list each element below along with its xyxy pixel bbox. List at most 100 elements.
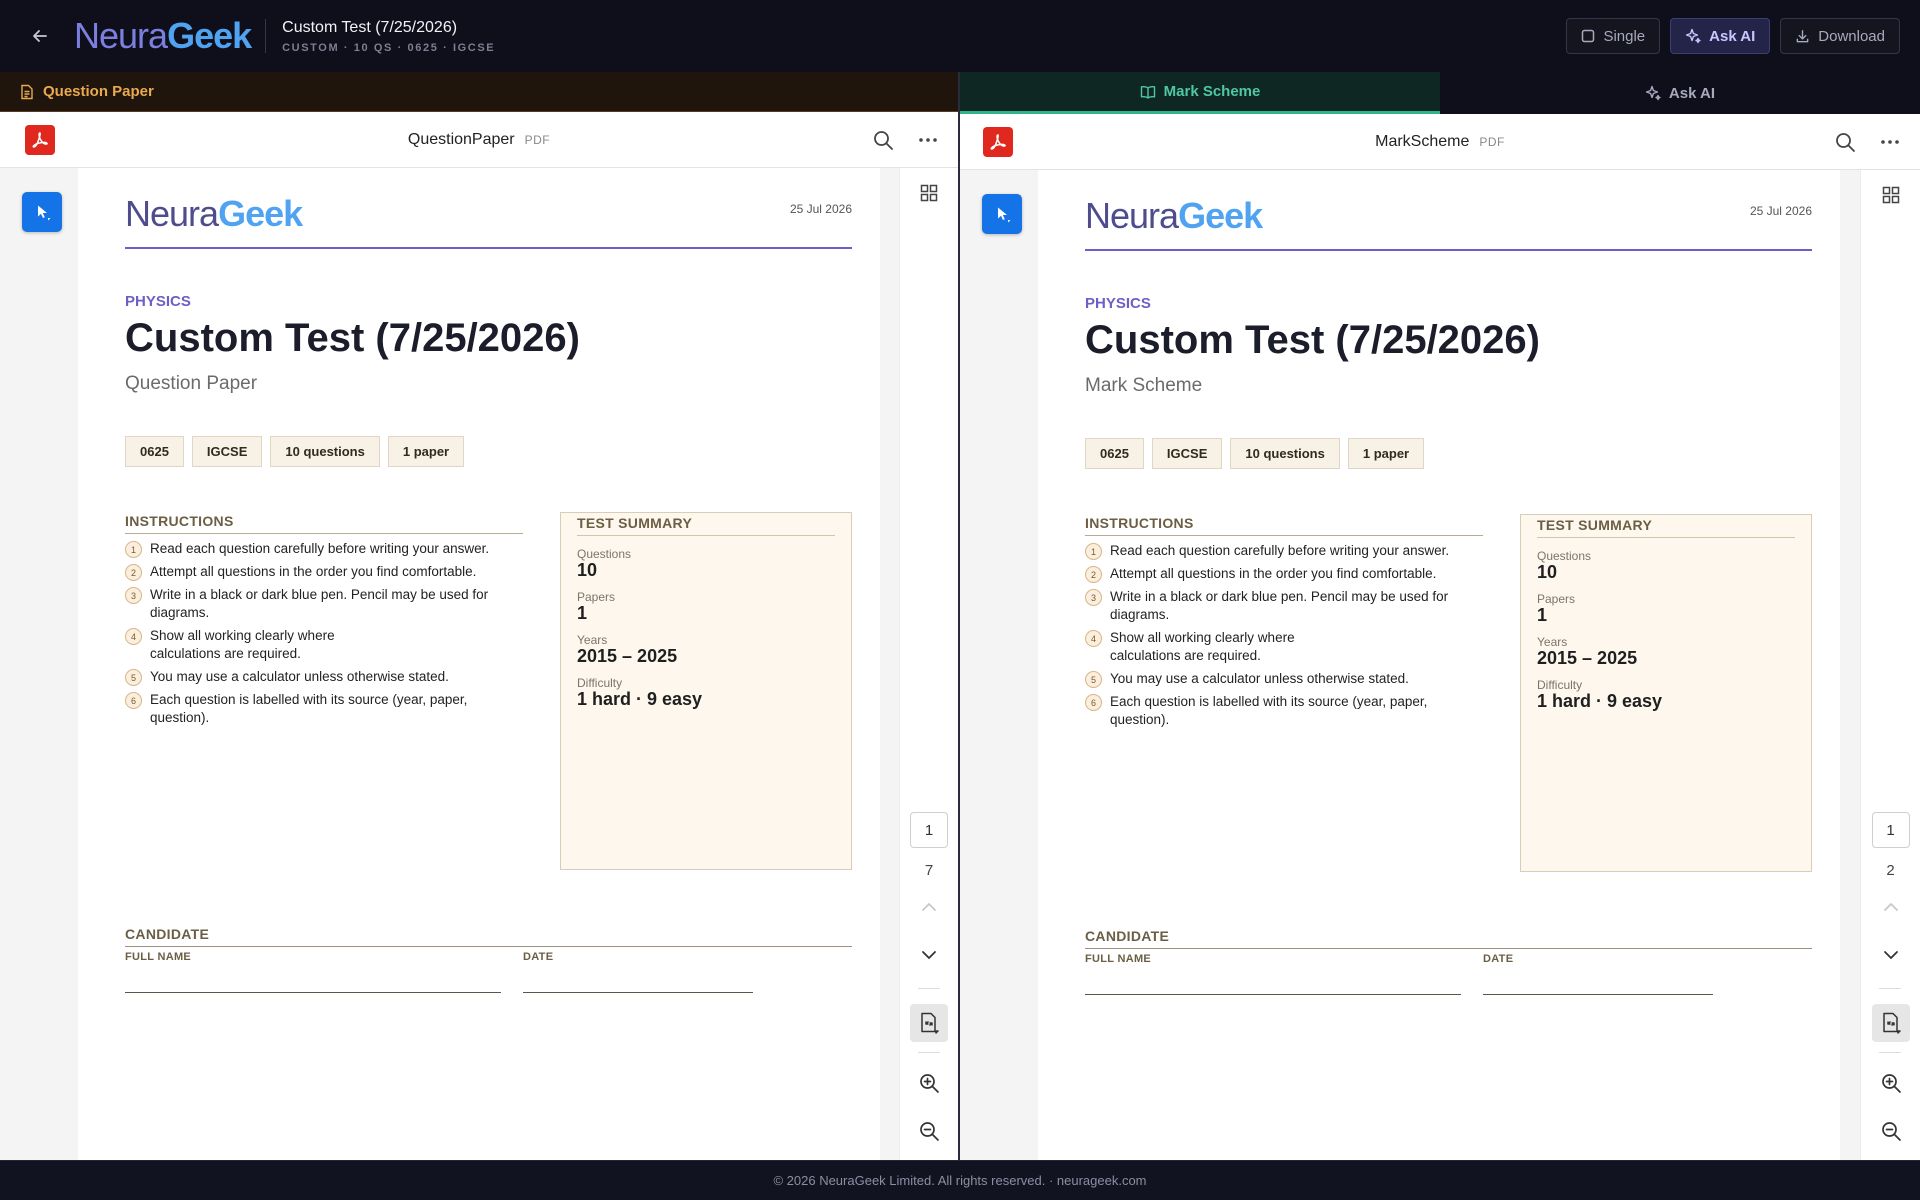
ask-ai-label: Ask AI: [1709, 27, 1756, 45]
date-line: [1483, 965, 1713, 995]
list-item: 4 Show all working clearly where calculat…: [125, 627, 523, 663]
zoom-in-button[interactable]: [918, 1072, 940, 1094]
mark-scheme-viewer: MarkScheme PDF NeuraGeek 25 Jul 2026 PHY…: [960, 114, 1920, 1160]
candidate-fields: FULL NAME DATE: [125, 951, 852, 993]
next-page-button[interactable]: [921, 950, 937, 960]
list-item-text: Each question is labelled with its sourc…: [1110, 694, 1428, 727]
summary-label: Years: [577, 633, 608, 647]
list-number: 2: [125, 564, 142, 581]
document-logo: NeuraGeek: [1085, 198, 1263, 234]
list-item-text: Show all working clearly where calculati…: [1110, 630, 1295, 663]
thumbnails-button[interactable]: [920, 184, 938, 202]
previous-page-button[interactable]: [921, 902, 937, 912]
test-summary-box: TEST SUMMARY Questions 10 Papers 1 Years…: [1520, 514, 1812, 872]
candidate-section: CANDIDATE FULL NAME DATE: [125, 926, 852, 993]
chip-syllabus: 0625: [1085, 438, 1144, 469]
fit-page-icon: [921, 1012, 939, 1034]
list-item-text: Attempt all questions in the order you f…: [150, 564, 477, 579]
ask-ai-button[interactable]: Ask AI: [1670, 18, 1771, 54]
fit-page-icon: [1882, 1012, 1901, 1034]
cursor-icon: [38, 205, 51, 221]
page-fit-button[interactable]: [910, 1004, 948, 1042]
list-item-text: You may use a calculator unless otherwis…: [150, 669, 449, 684]
summary-label: Questions: [1537, 549, 1592, 563]
question-paper-tab[interactable]: Question Paper: [0, 72, 958, 112]
pdf-page: NeuraGeek 25 Jul 2026 PHYSICS Custom Tes…: [1038, 170, 1840, 1160]
next-page-button[interactable]: [1883, 950, 1899, 960]
chevron-down-icon: [922, 951, 936, 960]
book-open-icon: [1140, 85, 1155, 99]
chip-syllabus: 0625: [125, 436, 184, 467]
tab-mark-scheme-label: Mark Scheme: [1163, 83, 1261, 100]
select-tool-button[interactable]: [982, 194, 1022, 234]
top-bar: NeuraGeek Custom Test (7/25/2026) CUSTOM…: [0, 0, 1920, 72]
search-icon[interactable]: [1834, 131, 1856, 153]
document-logo-part2: Geek: [218, 193, 303, 234]
zoom-in-button[interactable]: [1880, 1072, 1902, 1094]
full-name-field[interactable]: FULL NAME: [1085, 953, 1461, 995]
download-button[interactable]: Download: [1780, 18, 1900, 54]
brand-logo[interactable]: NeuraGeek: [74, 18, 252, 54]
date-field[interactable]: DATE: [523, 951, 753, 993]
sparkle-icon: [1686, 28, 1701, 44]
summary-value: 1 hard · 9 easy: [577, 689, 703, 709]
chip-questions: 10 questions: [1230, 438, 1340, 469]
search-icon[interactable]: [872, 129, 894, 151]
full-name-label: FULL NAME: [1085, 953, 1152, 965]
date-label: DATE: [523, 951, 554, 963]
zoom-out-button[interactable]: [1880, 1120, 1902, 1142]
document-logo-part1: Neura: [125, 193, 219, 234]
summary-label: Difficulty: [577, 676, 623, 690]
previous-page-button[interactable]: [1883, 902, 1899, 912]
list-number: 6: [1085, 694, 1102, 711]
tab-ask-ai[interactable]: Ask AI: [1440, 72, 1920, 114]
thumbnails-button[interactable]: [1882, 186, 1900, 204]
rail-divider: [1879, 1052, 1901, 1053]
page-rail: 1 2: [1860, 170, 1920, 1160]
summary-value: 2015 – 2025: [577, 646, 678, 666]
document-kind: Question Paper: [125, 373, 258, 394]
single-view-label: Single: [1603, 27, 1646, 45]
document-title: Custom Test (7/25/2026): [1085, 318, 1540, 362]
back-button[interactable]: [20, 16, 60, 56]
tab-ask-ai-label: Ask AI: [1668, 84, 1716, 102]
list-item-text: Read each question carefully before writ…: [1110, 543, 1450, 558]
list-item-text: Attempt all questions in the order you f…: [1110, 566, 1437, 581]
tab-mark-scheme[interactable]: Mark Scheme: [960, 72, 1440, 114]
download-label: Download: [1818, 27, 1885, 45]
file-name: QuestionPaper PDF: [408, 131, 550, 149]
summary-value: 1 hard · 9 easy: [1537, 691, 1663, 711]
cursor-icon: [998, 207, 1011, 223]
file-name: MarkScheme PDF: [1375, 133, 1505, 151]
current-page-input[interactable]: 1: [910, 812, 948, 848]
list-number: 2: [1085, 566, 1102, 583]
document-icon: [21, 84, 33, 99]
list-number: 1: [1085, 543, 1102, 560]
single-view-button[interactable]: Single: [1566, 18, 1661, 54]
right-pane-tabs: Mark Scheme Ask AI: [960, 72, 1920, 114]
zoom-out-button[interactable]: [918, 1120, 940, 1142]
more-options-icon[interactable]: [918, 137, 938, 143]
date-field[interactable]: DATE: [1483, 953, 1713, 995]
candidate-section: CANDIDATE FULL NAME DATE: [1085, 928, 1812, 995]
arrow-left-icon: [33, 30, 47, 42]
zoom-out-icon: [1881, 1122, 1901, 1141]
full-name-field[interactable]: FULL NAME: [125, 951, 501, 993]
list-item-text: Each question is labelled with its sourc…: [150, 692, 468, 725]
file-type-badge: PDF: [524, 132, 551, 147]
download-icon: [1796, 29, 1809, 42]
more-options-icon[interactable]: [1880, 139, 1900, 145]
page-fit-button[interactable]: [1871, 1004, 1910, 1042]
list-item: 2 Attempt all questions in the order you …: [125, 563, 523, 581]
candidate-fields: FULL NAME DATE: [1085, 953, 1812, 995]
total-pages: 7: [924, 862, 934, 879]
current-page-input[interactable]: 1: [1871, 812, 1910, 848]
viewer-toolbar-actions: [1834, 131, 1900, 153]
list-item: 5 You may use a calculator unless otherwi…: [1085, 670, 1483, 688]
zoom-out-icon: [920, 1122, 939, 1141]
footer-text: © 2026 NeuraGeek Limited. All rights res…: [773, 1173, 1147, 1188]
select-tool-button[interactable]: [22, 192, 62, 232]
summary-label: Questions: [577, 547, 632, 561]
chip-questions: 10 questions: [270, 436, 380, 467]
summary-label: Years: [1537, 635, 1568, 649]
